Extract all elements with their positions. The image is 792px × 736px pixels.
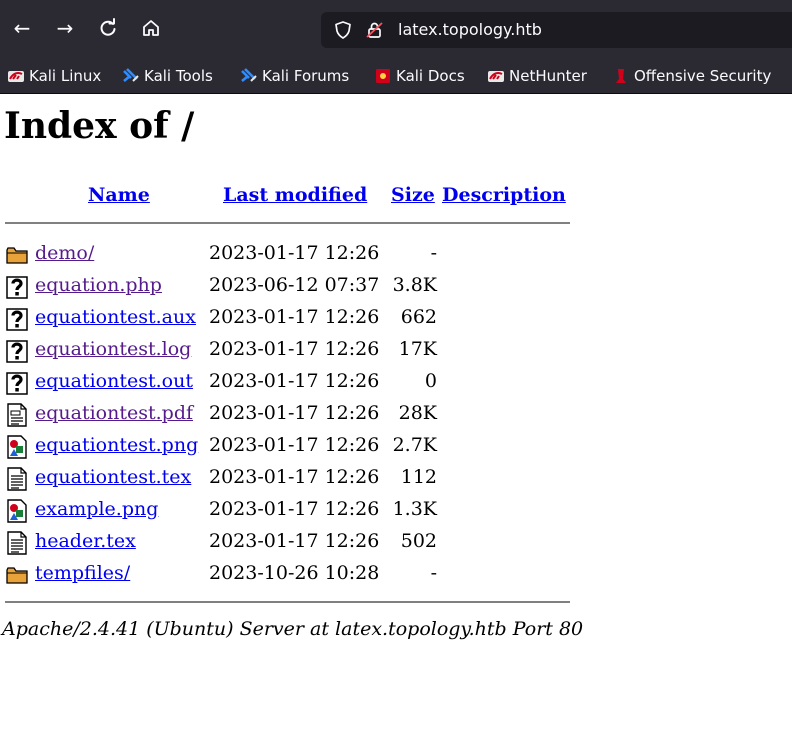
file-row: demo/2023-01-17 12:26 - [0, 238, 570, 270]
last-modified-cell: 2023-01-17 12:26 [209, 306, 380, 328]
file-row: example.png 2023-01-17 12:26 1.3K [0, 494, 570, 526]
home-icon[interactable] [137, 14, 165, 42]
file-row: equationtest.pdf 2023-01-17 12:26 28K [0, 398, 570, 430]
last-modified-cell: 2023-01-17 12:26 [209, 498, 380, 520]
image-file-icon[interactable] [5, 435, 29, 459]
footer-divider [5, 601, 570, 603]
kali-forums-icon [241, 68, 257, 82]
size-cell: 0 [424, 370, 437, 392]
last-modified-cell: 2023-10-26 10:28 [209, 562, 380, 584]
offensive-security-icon [616, 69, 626, 83]
browser-toolbar: ← → latex.topology.htb [0, 0, 792, 60]
last-modified-cell: 2023-01-17 12:26 [209, 402, 380, 424]
nethunter-icon [488, 71, 504, 82]
size-cell: - [430, 562, 437, 584]
folder-icon[interactable] [5, 243, 29, 267]
sort-by-size-link[interactable]: Size [391, 183, 435, 207]
file-link[interactable]: equationtest.out [35, 369, 193, 393]
bookmark-offensive-security[interactable]: Offensive Security [612, 65, 771, 87]
layout-file-icon[interactable] [5, 403, 29, 427]
file-link[interactable]: equation.php [35, 273, 162, 297]
unknown-file-icon[interactable] [5, 275, 29, 299]
tracking-protection-shield-icon[interactable] [333, 20, 353, 40]
file-row: equationtest.out 2023-01-17 12:26 0 [0, 366, 570, 398]
size-cell: 28K [398, 402, 437, 424]
unknown-file-icon[interactable] [5, 307, 29, 331]
file-link[interactable]: tempfiles/ [35, 561, 130, 585]
size-cell: 502 [400, 530, 437, 552]
bookmark-kali-linux[interactable]: Kali Linux [7, 65, 101, 87]
file-link[interactable]: equationtest.log [35, 337, 191, 361]
sort-by-name-link[interactable]: Name [88, 183, 150, 207]
folder-icon[interactable] [5, 563, 29, 587]
address-bar[interactable]: latex.topology.htb [321, 12, 792, 48]
file-link[interactable]: equationtest.tex [35, 465, 191, 489]
bookmark-kali-tools[interactable]: Kali Tools [122, 65, 213, 87]
last-modified-cell: 2023-06-12 07:37 [209, 274, 380, 296]
file-link[interactable]: equationtest.png [35, 433, 198, 457]
unknown-file-icon[interactable] [5, 339, 29, 363]
size-cell: - [430, 242, 437, 264]
size-cell: 662 [400, 306, 437, 328]
file-row: tempfiles/2023-10-26 10:28 - [0, 558, 570, 590]
size-cell: 3.8K [392, 274, 437, 296]
size-cell: 112 [400, 466, 437, 488]
image-file-icon[interactable] [5, 499, 29, 523]
size-cell: 2.7K [392, 434, 437, 456]
header-divider [5, 222, 570, 224]
insecure-lock-icon[interactable] [365, 20, 385, 40]
file-row: equationtest.log 2023-01-17 12:26 17K [0, 334, 570, 366]
file-link[interactable]: equationtest.aux [35, 305, 196, 329]
text-file-icon[interactable] [5, 531, 29, 555]
forward-icon[interactable]: → [51, 14, 79, 42]
last-modified-cell: 2023-01-17 12:26 [209, 466, 380, 488]
file-row: equationtest.tex 2023-01-17 12:26 112 [0, 462, 570, 494]
file-row: equationtest.aux 2023-01-17 12:26 662 [0, 302, 570, 334]
file-row: equationtest.png 2023-01-17 12:26 2.7K [0, 430, 570, 462]
page-title: Index of / [4, 105, 195, 147]
size-cell: 1.3K [392, 498, 437, 520]
sort-by-last-modified-link[interactable]: Last modified [223, 183, 367, 207]
last-modified-cell: 2023-01-17 12:26 [209, 242, 380, 264]
back-icon[interactable]: ← [8, 14, 36, 42]
file-link[interactable]: example.png [35, 497, 158, 521]
size-cell: 17K [398, 338, 437, 360]
bookmark-kali-forums[interactable]: Kali Forums [240, 65, 349, 87]
file-row: header.tex 2023-01-17 12:26 502 [0, 526, 570, 558]
kali-docs-icon [376, 69, 390, 83]
bookmark-kali-docs[interactable]: Kali Docs [374, 65, 465, 87]
bookmark-nethunter[interactable]: NetHunter [487, 65, 587, 87]
url-text[interactable]: latex.topology.htb [398, 19, 542, 41]
file-link[interactable]: equationtest.pdf [35, 401, 193, 425]
kali-tools-icon [123, 68, 139, 82]
last-modified-cell: 2023-01-17 12:26 [209, 530, 380, 552]
text-file-icon[interactable] [5, 467, 29, 491]
reload-icon[interactable] [94, 14, 122, 42]
kali-dragon-icon [8, 71, 24, 82]
file-row: equation.php 2023-06-12 07:37 3.8K [0, 270, 570, 302]
last-modified-cell: 2023-01-17 12:26 [209, 434, 380, 456]
file-link[interactable]: demo/ [35, 241, 94, 265]
sort-by-description-link[interactable]: Description [442, 183, 566, 207]
unknown-file-icon[interactable] [5, 371, 29, 395]
last-modified-cell: 2023-01-17 12:26 [209, 370, 380, 392]
last-modified-cell: 2023-01-17 12:26 [209, 338, 380, 360]
server-signature: Apache/2.4.41 (Ubuntu) Server at latex.t… [2, 618, 584, 640]
file-link[interactable]: header.tex [35, 529, 136, 553]
bookmarks-bar: Kali Linux Kali Tools Kali Forums Kali D… [0, 60, 792, 94]
